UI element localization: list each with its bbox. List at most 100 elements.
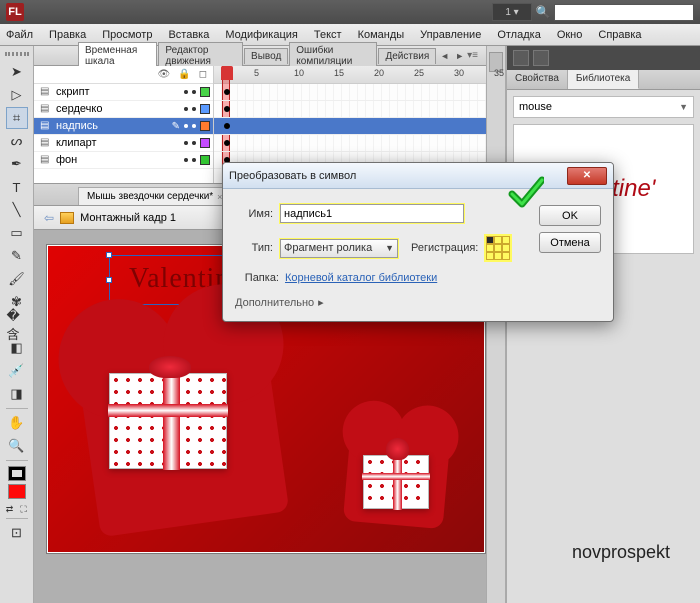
- layer-icon: ▤: [40, 137, 52, 149]
- menu-edit[interactable]: Правка: [49, 29, 86, 41]
- tab-compile-errors[interactable]: Ошибки компиляции: [289, 42, 377, 69]
- menu-control[interactable]: Управление: [420, 29, 481, 41]
- layer-name: фон: [56, 154, 184, 166]
- layer-name: сердечко: [56, 103, 184, 115]
- menu-view[interactable]: Просмотр: [102, 29, 152, 41]
- name-label: Имя:: [235, 208, 273, 220]
- timeline-tabs-row: Временная шкала Редактор движения Вывод …: [34, 46, 486, 66]
- text-tool-icon[interactable]: T: [6, 176, 28, 198]
- bone-tool-icon[interactable]: �含: [6, 314, 28, 336]
- layer-row-selected[interactable]: ▤ надпись✎: [34, 118, 213, 135]
- right-panels: Свойства Библиотека mouse ▼ Valentine' n…: [506, 46, 700, 603]
- layer-icon: ▤: [40, 154, 52, 166]
- app-titlebar: FL 1 ▾ 🔍: [0, 0, 700, 24]
- menu-commands[interactable]: Команды: [358, 29, 405, 41]
- tab-output[interactable]: Вывод: [244, 48, 288, 64]
- advanced-toggle[interactable]: Дополнительно▸: [235, 296, 601, 309]
- convert-to-symbol-dialog: Преобразовать в символ ✕ Имя: Тип: Фрагм…: [222, 162, 614, 322]
- cancel-button[interactable]: Отмена: [539, 232, 601, 253]
- back-arrow-icon[interactable]: ⇦: [44, 211, 54, 225]
- panel-grabber[interactable]: [5, 52, 29, 56]
- tab-library[interactable]: Библиотека: [568, 70, 639, 89]
- symbol-name-input[interactable]: [280, 204, 464, 223]
- folder-label: Папка:: [235, 272, 279, 284]
- tab-timeline[interactable]: Временная шкала: [78, 42, 157, 69]
- menu-insert[interactable]: Вставка: [168, 29, 209, 41]
- folder-link[interactable]: Корневой каталог библиотеки: [285, 272, 437, 284]
- subselection-tool-icon[interactable]: ▷: [6, 84, 28, 106]
- menu-window[interactable]: Окно: [557, 29, 583, 41]
- panel-icon[interactable]: [513, 50, 529, 66]
- menu-text[interactable]: Текст: [314, 29, 342, 41]
- lock-column-icon[interactable]: 🔒: [178, 69, 190, 80]
- layer-icon: ▤: [40, 103, 52, 115]
- layer-name: надпись: [56, 120, 172, 132]
- hand-tool-icon[interactable]: ✋: [6, 412, 28, 434]
- library-document-select[interactable]: mouse ▼: [513, 96, 694, 118]
- ok-button[interactable]: OK: [539, 205, 601, 226]
- close-button[interactable]: ✕: [567, 167, 607, 185]
- document-tab[interactable]: Мышь звездочки сердечки* ×: [78, 187, 231, 205]
- scene-name[interactable]: Монтажный кадр 1: [80, 212, 176, 224]
- rectangle-tool-icon[interactable]: ▭: [6, 222, 28, 244]
- layer-icon: ▤: [40, 86, 52, 98]
- no-color-icon[interactable]: ⛶: [18, 503, 30, 515]
- gift-box-small: [363, 455, 429, 509]
- tab-actions[interactable]: Действия: [378, 48, 436, 64]
- watermark-text: novprospekt: [572, 542, 670, 563]
- document-tab-label: Мышь звездочки сердечки*: [87, 191, 213, 202]
- help-search-input[interactable]: [554, 4, 694, 21]
- dialog-titlebar[interactable]: Преобразовать в символ ✕: [223, 163, 613, 189]
- brush-tool-icon[interactable]: 🖌: [6, 268, 28, 290]
- pencil-tool-icon[interactable]: ✎: [6, 245, 28, 267]
- tab-properties[interactable]: Свойства: [507, 70, 568, 89]
- symbol-type-select[interactable]: Фрагмент ролика▼: [280, 239, 398, 258]
- line-tool-icon[interactable]: ╲: [6, 199, 28, 221]
- app-logo: FL: [6, 3, 24, 21]
- registration-label: Регистрация:: [411, 242, 478, 254]
- collapsed-panel-rail[interactable]: [486, 46, 506, 603]
- free-transform-tool-icon[interactable]: ⌗: [6, 107, 28, 129]
- pen-tool-icon[interactable]: ✒: [6, 153, 28, 175]
- fill-color-swatch[interactable]: [8, 484, 26, 499]
- layer-row[interactable]: ▤ клипарт: [34, 135, 213, 152]
- tabs-scroll-right-icon[interactable]: ►: [455, 51, 464, 61]
- expand-arrow-icon: ▸: [318, 296, 324, 309]
- eyedropper-tool-icon[interactable]: 💉: [6, 360, 28, 382]
- tools-panel: ➤ ▷ ⌗ ᔕ ✒ T ╲ ▭ ✎ 🖌 ✾ �含 ◧ 💉 ◨ ✋ 🔍 ⇄ ⛶ ⊡: [0, 46, 34, 603]
- layer-name: клипарт: [56, 137, 184, 149]
- panel-menu-icon[interactable]: ▾≡: [467, 50, 478, 61]
- search-icon: 🔍: [536, 5, 550, 19]
- paint-bucket-tool-icon[interactable]: ◧: [6, 337, 28, 359]
- eraser-tool-icon[interactable]: ◨: [6, 383, 28, 405]
- panel-icon[interactable]: [533, 50, 549, 66]
- dropdown-arrow-icon: ▼: [385, 243, 394, 253]
- layer-icon: ▤: [40, 120, 52, 132]
- selection-tool-icon[interactable]: ➤: [6, 61, 28, 83]
- swap-colors-icon[interactable]: ⇄: [4, 503, 16, 515]
- menu-modify[interactable]: Модификация: [225, 29, 298, 41]
- tab-motion-editor[interactable]: Редактор движения: [158, 42, 243, 69]
- dropdown-arrow-icon: ▼: [679, 102, 688, 112]
- registration-grid[interactable]: [484, 234, 512, 262]
- menu-help[interactable]: Справка: [598, 29, 641, 41]
- outline-column-icon[interactable]: ◻: [199, 69, 207, 80]
- pencil-active-icon: ✎: [172, 121, 180, 132]
- visibility-column-icon[interactable]: 👁: [158, 69, 171, 80]
- layers-column: 👁 🔒 ◻ ▤ скрипт ▤ сердечко ▤ надпись✎ ▤ клипа…: [34, 66, 214, 183]
- snap-option-icon[interactable]: ⊡: [6, 522, 28, 544]
- layer-row[interactable]: ▤ сердечко: [34, 101, 213, 118]
- zoom-tool-icon[interactable]: 🔍: [6, 435, 28, 457]
- library-document-name: mouse: [519, 101, 552, 113]
- stroke-color-swatch[interactable]: [8, 466, 26, 481]
- menu-debug[interactable]: Отладка: [497, 29, 540, 41]
- lasso-tool-icon[interactable]: ᔕ: [6, 130, 28, 152]
- workspace-switcher[interactable]: 1 ▾: [492, 3, 532, 21]
- menu-file[interactable]: Файл: [6, 29, 33, 41]
- frames-ruler: 1 5 10 15 20 25 30 35: [214, 66, 486, 84]
- layer-row[interactable]: ▤ фон: [34, 152, 213, 169]
- layer-row[interactable]: ▤ скрипт: [34, 84, 213, 101]
- tabs-scroll-left-icon[interactable]: ◄: [440, 51, 449, 61]
- layer-name: скрипт: [56, 86, 184, 98]
- type-label: Тип:: [235, 242, 273, 254]
